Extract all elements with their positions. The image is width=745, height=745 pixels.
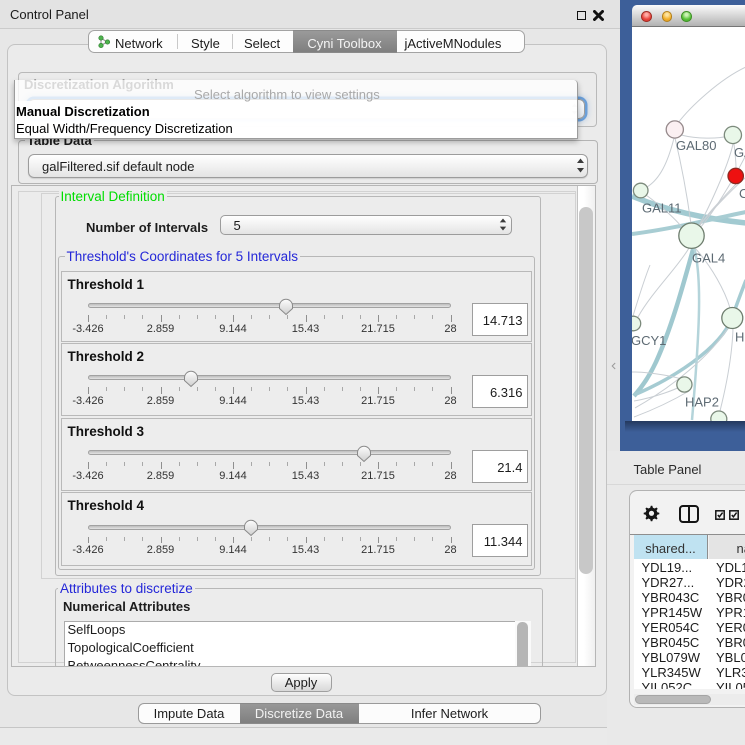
svg-text:C: C [739, 186, 745, 201]
svg-text:HAP2: HAP2 [685, 395, 719, 410]
svg-text:H: H [735, 330, 744, 345]
svg-text:GAL4: GAL4 [692, 251, 725, 266]
svg-text:GCY1: GCY1 [632, 333, 666, 348]
svg-text:GA: GA [734, 145, 745, 160]
svg-text:GAL80: GAL80 [676, 138, 716, 153]
svg-text:GAL11: GAL11 [642, 201, 682, 216]
